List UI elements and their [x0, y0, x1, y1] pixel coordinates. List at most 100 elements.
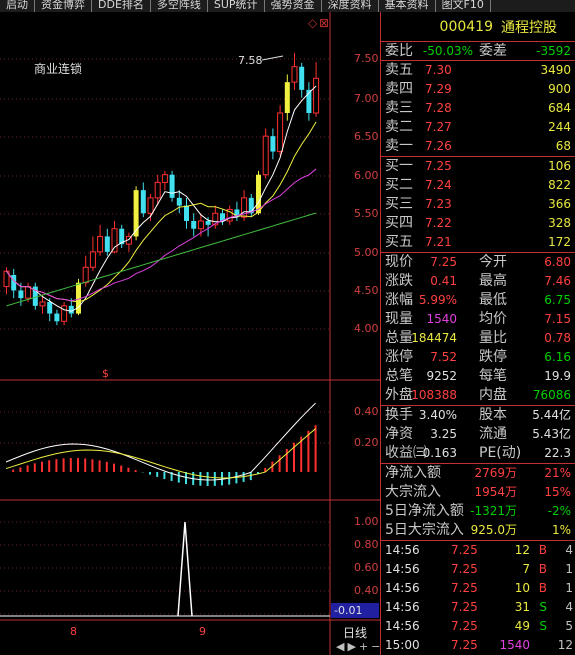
fundamentals: 换手 3.40% 股本 5.44亿 净资 3.25 流通 5.43亿 收益㈢ 0.163 PE(动)… — [381, 406, 575, 464]
tab-item[interactable]: SUP统计 — [208, 0, 265, 12]
stat-label: 最高 — [479, 273, 507, 289]
ask-volume: 3490 — [540, 63, 571, 77]
bid-row[interactable]: 买三 7.23 366 — [381, 195, 575, 214]
tab-item[interactable]: 图文F10 — [436, 0, 491, 12]
period-label[interactable]: 日线 — [343, 624, 367, 641]
stat-row[interactable]: 总笔 9252 每笔 19.9 — [381, 367, 575, 386]
current-volume-indicator: -0.01 — [331, 603, 379, 618]
tab-item[interactable]: DDE排名 — [92, 0, 151, 12]
tab-item[interactable]: 深度资料 — [322, 0, 379, 12]
macd-tick: 0.20 — [354, 436, 379, 449]
fund-row[interactable]: 净资 3.25 流通 5.43亿 — [381, 425, 575, 444]
tab-item[interactable]: 多空阵线 — [151, 0, 208, 12]
bid-volume: 328 — [548, 216, 571, 230]
bid-row[interactable]: 买二 7.24 822 — [381, 176, 575, 195]
tick-count: 12 — [557, 638, 573, 652]
tick-volume: 10 — [514, 581, 530, 595]
flow-row[interactable]: 5日大宗流入 925.0万 1% — [381, 521, 575, 540]
tick-direction: B — [538, 581, 547, 595]
flow-row[interactable]: 大宗流入 1954万 15% — [381, 483, 575, 502]
tick-row[interactable]: 14:56 7.25 49 S 5 — [381, 617, 575, 636]
fund-row[interactable]: 换手 3.40% 股本 5.44亿 — [381, 406, 575, 425]
tab-item[interactable]: 启动 — [0, 0, 35, 12]
candle-body — [133, 190, 139, 237]
price-tick: 4.00 — [354, 322, 379, 335]
close-icon[interactable]: ◇ — [308, 16, 317, 30]
window-close-icon[interactable]: ⊠ — [319, 16, 329, 30]
fund-value: 22.3 — [544, 446, 571, 460]
ask-row[interactable]: 卖一 7.26 68 — [381, 137, 575, 156]
tick-row[interactable]: 15:00 7.25 1540 12 — [381, 636, 575, 655]
bid-row[interactable]: 买四 7.22 328 — [381, 214, 575, 233]
arrow-right-icon[interactable]: ▶ — [347, 640, 358, 653]
flow-value: 925.0万 — [470, 523, 517, 537]
ask-row[interactable]: 卖三 7.28 684 — [381, 99, 575, 118]
stat-row[interactable]: 涨幅 5.99% 最低 6.75 — [381, 291, 575, 310]
tick-count: 5 — [565, 619, 573, 633]
flow-row[interactable]: 5日净流入额 -1321万 -2% — [381, 502, 575, 521]
tick-time: 14:56 — [385, 581, 420, 595]
tick-row[interactable]: 14:56 7.25 12 B 4 — [381, 541, 575, 560]
bid-row[interactable]: 买一 7.25 106 — [381, 157, 575, 176]
tick-row[interactable]: 14:56 7.25 7 B 1 — [381, 560, 575, 579]
ask-row[interactable]: 卖二 7.27 244 — [381, 118, 575, 137]
bid-row[interactable]: 买五 7.21 172 — [381, 233, 575, 252]
kline-chart-area[interactable]: 商业连锁 7.58 $ 7.50 7.00 6.50 6.00 5.50 5.0… — [0, 12, 380, 655]
price-tick: 7.50 — [354, 52, 379, 65]
candle-body — [176, 197, 182, 206]
stat-row[interactable]: 现量 1540 均价 7.15 — [381, 310, 575, 329]
stat-row[interactable]: 涨跌 0.41 最高 7.46 — [381, 272, 575, 291]
tick-price: 7.25 — [451, 562, 478, 576]
tab-item[interactable]: 强势资金 — [265, 0, 322, 12]
volume-tick: 1.00 — [354, 515, 379, 528]
tick-time: 14:56 — [385, 600, 420, 614]
ask-volume: 684 — [548, 101, 571, 115]
stat-row[interactable]: 总量 184474 量比 0.78 — [381, 329, 575, 348]
fund-row[interactable]: 收益㈢ 0.163 PE(动) 22.3 — [381, 444, 575, 463]
stat-label: 今开 — [479, 254, 507, 270]
candle-body — [89, 251, 96, 268]
stat-value: 6.16 — [544, 350, 571, 364]
nav-controls[interactable]: ◀▶+− — [336, 640, 383, 653]
ma20-line — [6, 168, 317, 302]
ma60-line — [6, 212, 317, 307]
stat-row[interactable]: 涨停 7.52 跌停 6.16 — [381, 348, 575, 367]
tick-count: 1 — [565, 562, 573, 576]
plus-icon[interactable]: + — [359, 640, 371, 653]
tick-row[interactable]: 14:56 7.25 10 B 1 — [381, 579, 575, 598]
stock-name: 通程控股 — [501, 19, 557, 36]
arrow-left-icon[interactable]: ◀ — [336, 640, 347, 653]
stat-value: 9252 — [426, 369, 457, 383]
flow-row[interactable]: 净流入额 2769万 21% — [381, 464, 575, 483]
tick-direction: S — [539, 600, 547, 614]
tick-row[interactable]: 14:56 7.25 31 S 4 — [381, 598, 575, 617]
tick-volume: 1540 — [499, 638, 530, 652]
stat-value: 19.9 — [544, 369, 571, 383]
ask-row[interactable]: 卖五 7.30 3490 — [381, 61, 575, 80]
macd-tick: 0.40 — [354, 405, 379, 418]
candle-body — [47, 302, 53, 314]
top-tab-bar: 启动 资金博弈 DDE排名 多空阵线 SUP统计 强势资金 深度资料 基本资料 图文F10 — [0, 0, 575, 12]
tick-direction: B — [538, 543, 547, 557]
flow-label: 5日大宗流入 — [385, 522, 464, 538]
candle-body — [313, 77, 320, 114]
flow-label: 5日净流入额 — [385, 503, 464, 519]
candle-body — [262, 135, 269, 176]
kline-chart[interactable] — [0, 12, 380, 655]
tab-item[interactable]: 资金博弈 — [35, 0, 92, 12]
stat-value: 6.80 — [544, 255, 571, 269]
fund-label: 股本 — [479, 407, 507, 423]
tab-item[interactable]: 基本资料 — [379, 0, 436, 12]
ask-row[interactable]: 卖四 7.29 900 — [381, 80, 575, 99]
stat-row[interactable]: 外盘 108388 内盘 76086 — [381, 386, 575, 405]
indicator-spike — [177, 521, 193, 617]
tick-price: 7.25 — [451, 581, 478, 595]
candle-body — [205, 221, 211, 225]
stat-label: 内盘 — [479, 387, 507, 403]
date-label: 9 — [199, 625, 206, 638]
volume-tick: 0.40 — [354, 584, 379, 597]
stat-row[interactable]: 现价 7.25 今开 6.80 — [381, 253, 575, 272]
wei-bi-label: 委比 — [385, 43, 413, 59]
flow-pct: 21% — [544, 466, 571, 480]
stat-label: 涨跌 — [385, 273, 413, 289]
